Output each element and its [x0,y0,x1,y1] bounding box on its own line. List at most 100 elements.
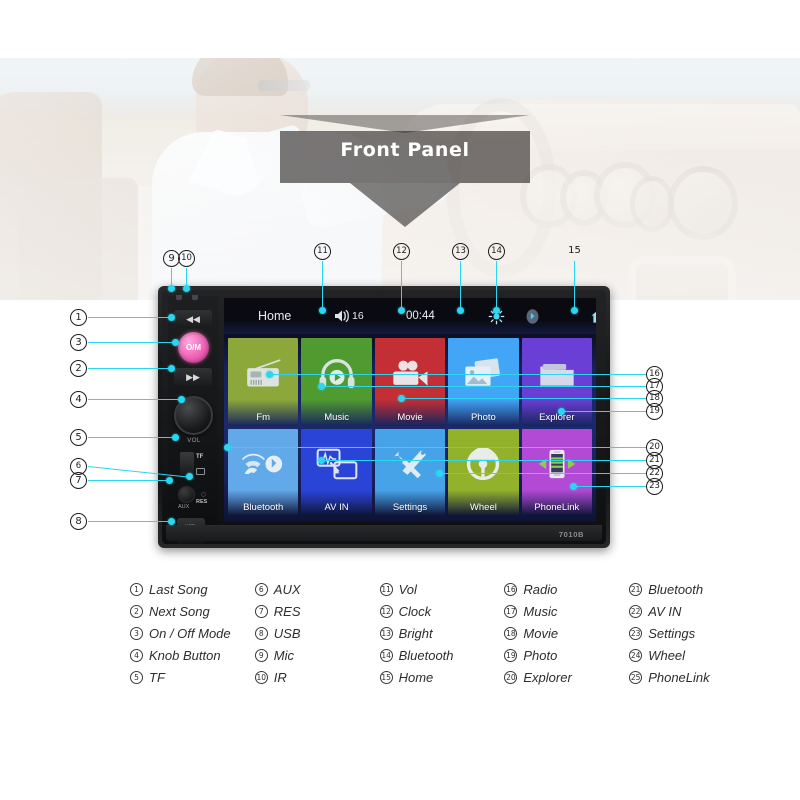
callout-8-leader [88,521,170,523]
legend-item: 2 Next Song [130,602,251,621]
callout-2: 2 [70,360,87,377]
callout-2-dot [168,365,175,372]
reset-button[interactable] [201,492,206,497]
car-stereo-device: ◀◀ O/M ▶▶ VOL TF AUX RES USB Home [158,286,610,548]
callout-19: 19 [646,403,663,420]
callout-20-dot [224,444,231,451]
callout-3-leader [88,342,174,344]
legend-column-1: 1 Last Song 2 Next Song 3 On / Off Mode 4 Kn… [130,580,251,687]
callout-22-leader [438,473,646,475]
aux-port-label: AUX [178,504,190,510]
tile-label: Bluetooth [243,502,284,513]
clock-display[interactable]: 00:44 [406,310,435,322]
legend-number: 22 [629,605,643,618]
bluetooth-icon [526,308,539,324]
tile-label: Movie [397,411,423,423]
legend-number: 4 [130,649,143,662]
legend-number: 2 [130,605,143,618]
tile-music[interactable]: Music [301,338,372,426]
legend-item: 4 Knob Button [130,646,251,665]
legend-label: Next Song [149,604,210,619]
legend-item: 13 Bright [379,624,501,643]
callout-8-dot [168,518,175,525]
legend: 1 Last Song 2 Next Song 3 On / Off Mode 4 Kn… [130,580,750,687]
callout-1-leader [88,317,170,319]
tile-fm[interactable]: Fm [228,338,299,426]
volume-value: 16 [352,310,364,322]
sd-card-icon [196,468,205,475]
tile-label: Fm [256,411,271,423]
legend-number: 3 [130,627,143,640]
callout-1: 1 [70,309,87,326]
model-number-label: 7010B [558,530,584,539]
legend-number: 20 [504,671,518,684]
legend-item: 20 Explorer [504,668,625,687]
legend-item: 25 PhoneLink [629,668,750,687]
callout-4-dot [178,396,185,403]
callout-2-leader [88,368,170,370]
legend-item: 5 TF [130,668,251,687]
callout-8: 8 [70,513,87,530]
legend-number: 12 [379,605,393,618]
legend-column-4: 16 Radio 17 Music 18 Movie 19 Photo 20 Explor… [504,580,625,687]
statusbar-home-label[interactable]: Home [258,309,291,323]
bluetooth-button[interactable] [524,308,541,325]
legend-label: Vol [398,582,417,597]
legend-column-3: 11 Vol 12 Clock 13 Bright 14 Bluetooth 15 Hom… [379,580,501,687]
legend-label: Movie [523,626,559,641]
tile-bluetooth[interactable]: Bluetooth [228,428,299,516]
tf-slot-label: TF [196,454,204,460]
prev-track-button[interactable]: ◀◀ [174,310,212,328]
tile-label: PhoneLink [534,502,580,513]
callout-13-dot [457,307,464,314]
callout-1-dot [168,314,175,321]
callout-12-dot [398,307,405,314]
legend-number: 15 [379,671,393,684]
legend-item: 17 Music [504,602,625,621]
legend-label: Home [398,670,434,685]
car-interior-photo [0,58,800,300]
mic-hole [176,295,182,300]
callout-12: 12 [393,243,410,260]
callout-11-leader [322,261,324,310]
callout-14-dot [493,307,500,314]
next-track-button[interactable]: ▶▶ [174,368,212,386]
callout-9-dot [168,285,175,292]
legend-item: 15 Home [379,668,501,687]
tile-photo[interactable]: Photo [448,338,519,426]
legend-label: Bluetooth [398,648,454,663]
aux-port[interactable] [178,486,195,503]
tile-settings[interactable]: Settings [374,428,446,516]
legend-number: 7 [254,605,268,618]
legend-item: 9 Mic [254,646,376,665]
callout-15-dot [571,307,578,314]
ir-receiver [192,295,198,300]
legend-item: 7 RES [254,602,376,621]
callout-13-leader [460,261,462,310]
left-control-column: ◀◀ O/M ▶▶ VOL TF AUX RES USB [168,295,218,544]
legend-label: RES [273,604,301,619]
tile-label: Settings [392,502,428,513]
device-bottom-bezel [166,525,602,541]
volume-indicator[interactable]: 16 [334,309,364,323]
callout-5-leader [88,437,174,439]
callout-7-dot [166,477,173,484]
home-button[interactable] [590,308,596,324]
legend-label: PhoneLink [648,670,710,685]
legend-column-5: 21 Bluetooth 22 AV IN 23 Settings 24 Wheel 2… [629,580,750,687]
tile-movie[interactable]: Movie [374,338,446,426]
legend-label: Knob Button [149,648,221,663]
tile-av-in[interactable]: AV IN [301,428,372,516]
callout-20-leader [226,447,646,449]
tile-label: AV IN [324,502,349,513]
legend-number: 14 [379,649,393,662]
tile-explorer[interactable]: Explorer [521,338,592,426]
power-mode-button[interactable]: O/M [178,332,209,363]
callout-16-dot [266,371,273,378]
legend-label: Settings [648,626,696,641]
touchscreen-display[interactable]: Home 16 00:44 Fm Music Movie Photo Explo… [224,298,596,522]
callout-17-dot [318,383,325,390]
phone-bt-icon [228,433,298,497]
legend-label: Clock [398,604,432,619]
legend-label: AV IN [648,604,682,619]
